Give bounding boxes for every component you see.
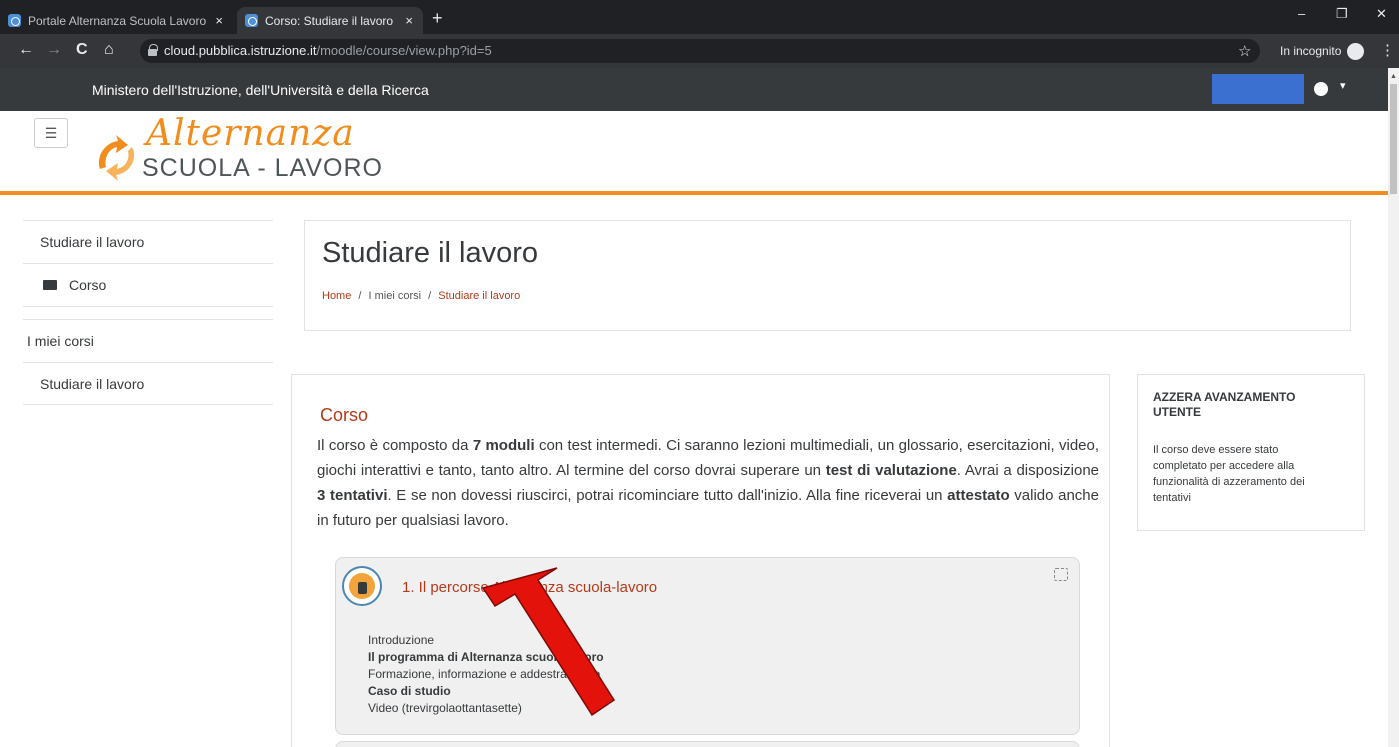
restore-icon[interactable]: ❐ (1336, 6, 1348, 22)
reload-icon[interactable]: C (76, 41, 88, 59)
activity-item[interactable]: Introduzione (368, 632, 604, 649)
moodle-favicon-icon (245, 14, 258, 27)
site-header: ☰ Alternanza SCUOLA - LAVORO (0, 111, 1388, 195)
breadcrumb-separator: / (358, 290, 362, 302)
page-scrollbar[interactable]: ▲ (1388, 68, 1399, 747)
nav-my-courses[interactable]: I miei corsi (23, 319, 273, 362)
module-card: 1. Il percorso Alternanza scuola-lavoro … (335, 557, 1080, 735)
nav-label: Studiare il lavoro (40, 376, 145, 392)
tab-title: Corso: Studiare il lavoro (265, 13, 394, 28)
folder-icon (43, 280, 57, 290)
lock-icon (148, 44, 158, 56)
reset-progress-block: AZZERA AVANZAMENTO UTENTE Il corso deve … (1137, 374, 1365, 531)
expand-icon[interactable] (1054, 568, 1068, 581)
user-avatar[interactable] (1314, 82, 1328, 96)
incognito-icon[interactable] (1347, 43, 1364, 60)
nav-section-corso[interactable]: Corso (23, 263, 273, 306)
block-text: Il corso deve essere stato completato pe… (1153, 444, 1305, 504)
activity-item[interactable]: Il programma di Alternanza scuola-lavoro (368, 649, 604, 666)
nav-my-course-item[interactable]: Studiare il lavoro (23, 362, 273, 405)
activity-item[interactable]: Formazione, informazione e addestramento (368, 666, 604, 683)
tab-title: Portale Alternanza Scuola Lavoro (28, 13, 207, 28)
nav-label: I miei corsi (27, 333, 94, 349)
course-description: Il corso è composto da 7 moduli con test… (317, 437, 1100, 529)
bookmark-star-icon[interactable]: ☆ (1238, 42, 1251, 60)
alternanza-logo-icon[interactable] (92, 131, 142, 181)
close-window-icon[interactable]: ✕ (1376, 6, 1387, 22)
user-menu-caret-icon[interactable]: ▾ (1340, 79, 1346, 92)
breadcrumb-home[interactable]: Home (322, 290, 351, 302)
minimize-icon[interactable]: – (1298, 6, 1305, 21)
ministry-navbar: Ministero dell'Istruzione, dell'Universi… (0, 68, 1388, 111)
back-icon[interactable]: ← (18, 41, 34, 59)
logo-title: Alternanza (146, 113, 355, 154)
page-header: Studiare il lavoro Home / I miei corsi /… (304, 220, 1351, 331)
page-title: Studiare il lavoro (322, 237, 538, 269)
scroll-up-icon[interactable]: ▲ (1390, 73, 1397, 80)
breadcrumb: Home / I miei corsi / Studiare il lavoro (322, 290, 520, 302)
nav-label: Corso (69, 277, 107, 293)
close-tab-icon[interactable]: × (405, 13, 413, 28)
activity-item[interactable]: Caso di studio (368, 683, 604, 700)
nav-course-home[interactable]: Studiare il lavoro (23, 220, 273, 263)
close-tab-icon[interactable]: × (215, 13, 223, 28)
browser-tab-bar: Portale Alternanza Scuola Lavoro × Corso… (0, 0, 1399, 34)
logo-subtitle: SCUOLA - LAVORO (142, 154, 383, 182)
tab-portale[interactable]: Portale Alternanza Scuola Lavoro × (0, 7, 233, 34)
drawer-toggle-button[interactable]: ☰ (34, 118, 68, 148)
module-title-link[interactable]: 1. Il percorso Alternanza scuola-lavoro (402, 579, 657, 596)
new-tab-button[interactable]: + (432, 8, 443, 29)
activity-item[interactable]: Video (trevirgolaottantasette) (368, 700, 604, 717)
module-card-next (335, 741, 1080, 747)
section-title: Corso (320, 405, 369, 425)
course-content: Corso Il corso è composto da 7 moduli co… (291, 374, 1110, 747)
browser-menu-icon[interactable]: ⋮ (1380, 41, 1395, 59)
breadcrumb-current[interactable]: Studiare il lavoro (438, 290, 520, 302)
module-icon (342, 566, 382, 606)
nav-divider (23, 306, 273, 319)
incognito-label: In incognito (1280, 44, 1342, 58)
tab-corso[interactable]: Corso: Studiare il lavoro × (237, 7, 423, 34)
block-title: AZZERA AVANZAMENTO UTENTE (1153, 390, 1296, 419)
redacted-username[interactable] (1212, 74, 1304, 104)
home-icon[interactable]: ⌂ (104, 41, 114, 59)
breadcrumb-my-courses[interactable]: I miei corsi (369, 290, 422, 302)
breadcrumb-separator: / (428, 290, 432, 302)
url-input[interactable]: cloud.pubblica.istruzione.it/moodle/cour… (140, 39, 1260, 63)
url-text: cloud.pubblica.istruzione.it/moodle/cour… (164, 43, 492, 58)
ministry-title: Ministero dell'Istruzione, dell'Universi… (92, 82, 429, 98)
forward-icon[interactable]: → (46, 41, 62, 59)
course-nav-drawer: Studiare il lavoro Corso I miei corsi St… (23, 220, 273, 405)
module-activities: Introduzione Il programma di Alternanza … (368, 632, 604, 717)
nav-label: Studiare il lavoro (40, 234, 145, 250)
moodle-favicon-icon (8, 14, 21, 27)
scrollbar-thumb[interactable] (1390, 84, 1397, 194)
address-toolbar: ← → C ⌂ cloud.pubblica.istruzione.it/moo… (0, 34, 1399, 68)
